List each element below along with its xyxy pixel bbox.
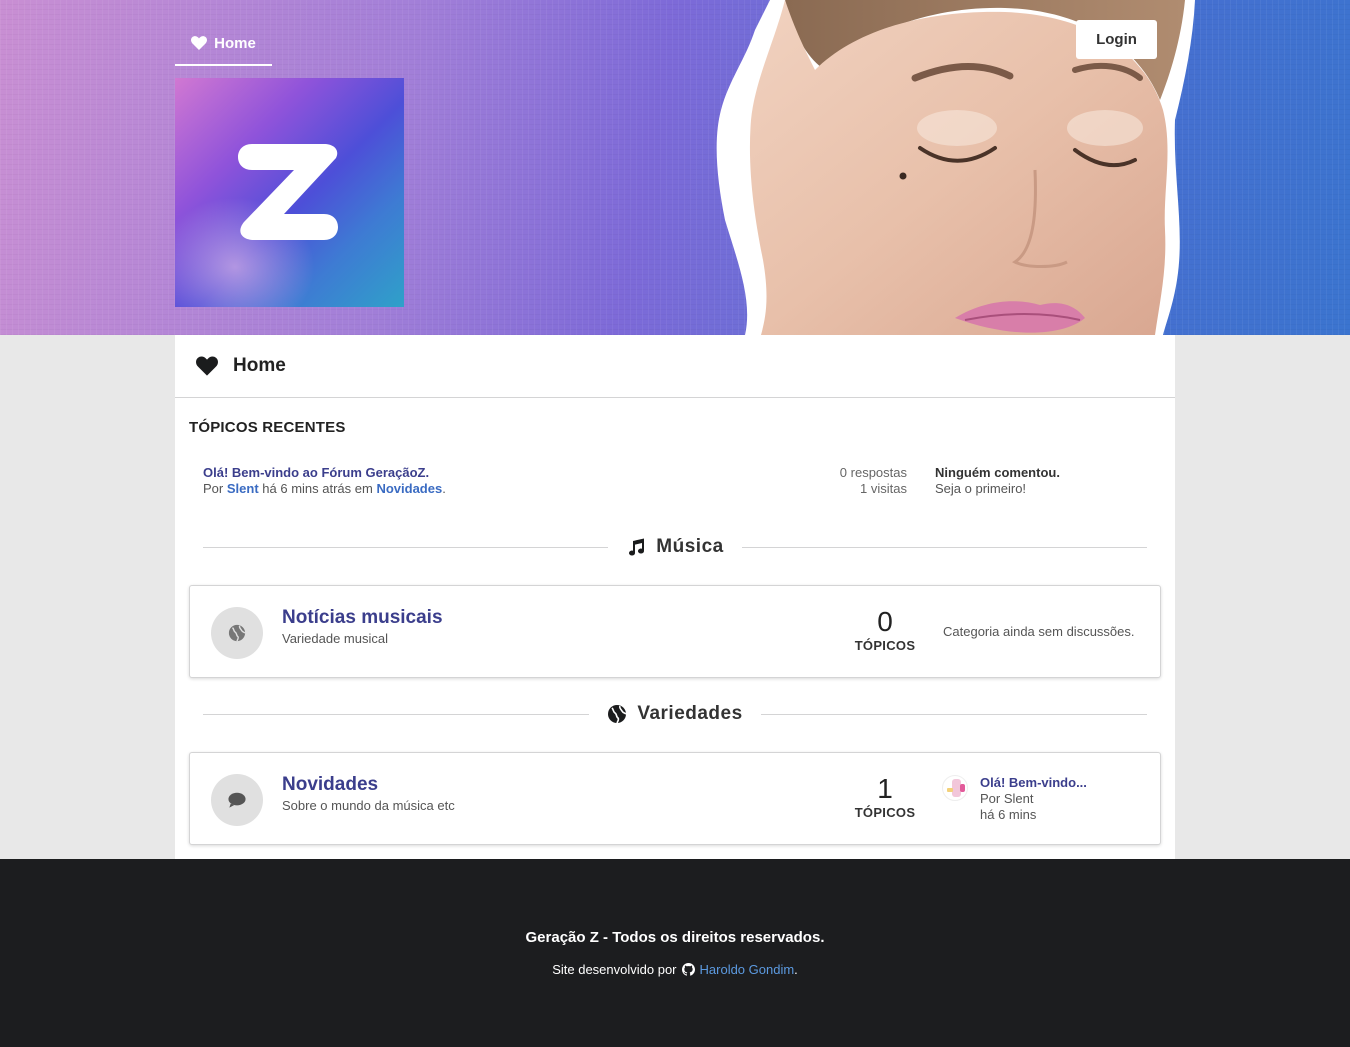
globe-icon bbox=[608, 705, 627, 724]
recent-topic-meta: Por Slent há 6 mins atrás em Novidades. bbox=[203, 481, 446, 496]
topic-count-label: TÓPICOS bbox=[854, 805, 916, 820]
site-logo[interactable] bbox=[175, 78, 404, 307]
forum-description: Variedade musical bbox=[282, 631, 388, 646]
recent-topic-row: Olá! Bem-vindo ao Fórum GeraçãoZ. Por Sl… bbox=[203, 465, 1147, 501]
recent-topics-title: TÓPICOS RECENTES bbox=[189, 419, 346, 436]
nav-home-link[interactable]: Home bbox=[175, 22, 272, 66]
topic-count: 1 bbox=[877, 773, 893, 804]
category-divider-variedades: Variedades bbox=[203, 700, 1147, 728]
last-post-time: há 6 mins bbox=[980, 807, 1037, 822]
developer-link[interactable]: Haroldo Gondim bbox=[700, 962, 795, 977]
header-banner: Home Login bbox=[0, 0, 1350, 335]
comment-icon bbox=[228, 792, 246, 808]
footer-credits: Site desenvolvido por Haroldo Gondim. bbox=[0, 962, 1350, 977]
forum-title-link[interactable]: Novidades bbox=[282, 774, 378, 796]
topic-count: 0 bbox=[877, 606, 893, 637]
footer-dev-suffix: . bbox=[794, 962, 798, 977]
login-button[interactable]: Login bbox=[1076, 20, 1157, 59]
forum-last-post: Olá! Bem-vindo... Por Slent há 6 mins bbox=[942, 775, 1087, 823]
nav-home-label: Home bbox=[214, 34, 256, 52]
category-link[interactable]: Novidades bbox=[376, 481, 442, 496]
category-heading-label: Variedades bbox=[637, 703, 743, 724]
replies-count: 0 respostas bbox=[839, 465, 907, 480]
category-heading: Variedades bbox=[589, 703, 760, 725]
time-text: há 6 mins atrás em bbox=[262, 481, 373, 496]
avatar bbox=[942, 775, 968, 801]
last-post-text: Olá! Bem-vindo... Por Slent há 6 mins bbox=[980, 775, 1087, 823]
category-heading: Música bbox=[608, 536, 741, 558]
visits-count: 1 visitas bbox=[860, 481, 907, 496]
by-prefix: Por bbox=[203, 481, 224, 496]
forum-description: Sobre o mundo da música etc bbox=[282, 798, 455, 813]
avatar-image bbox=[947, 779, 965, 797]
last-reply-title: Ninguém comentou. bbox=[935, 465, 1060, 480]
forum-title-link[interactable]: Notícias musicais bbox=[282, 607, 443, 629]
recent-topic-link[interactable]: Olá! Bem-vindo ao Fórum GeraçãoZ. bbox=[203, 465, 429, 480]
last-post-link[interactable]: Olá! Bem-vindo... bbox=[980, 775, 1087, 790]
music-note-icon bbox=[629, 538, 645, 556]
footer-copyright: Geração Z - Todos os direitos reservados… bbox=[525, 929, 825, 946]
recent-topic-info: Olá! Bem-vindo ao Fórum GeraçãoZ. Por Sl… bbox=[203, 465, 446, 497]
recent-topic-stats: 0 respostas 1 visitas bbox=[840, 465, 907, 497]
last-reply-sub: Seja o primeiro! bbox=[935, 481, 1027, 496]
forum-icon-circle bbox=[211, 607, 263, 659]
author-link[interactable]: Slent bbox=[227, 481, 259, 496]
heart-icon bbox=[196, 356, 218, 376]
page-title: Home bbox=[233, 355, 286, 376]
page-header: Home bbox=[175, 335, 1175, 398]
forum-card-novidades: Novidades Sobre o mundo da música etc 1 … bbox=[189, 752, 1161, 845]
divider-line bbox=[741, 546, 1148, 548]
site-footer: Geração Z - Todos os direitos reservados… bbox=[0, 859, 1350, 1047]
trailing-dot: . bbox=[442, 481, 446, 496]
recent-topic-last-reply: Ninguém comentou. Seja o primeiro! bbox=[935, 465, 1060, 497]
last-post-author: Por Slent bbox=[980, 791, 1034, 806]
heart-icon bbox=[191, 36, 208, 50]
topic-count-label: TÓPICOS bbox=[854, 638, 916, 653]
divider-line bbox=[760, 713, 1147, 715]
divider-line bbox=[203, 546, 609, 548]
logo-z-icon bbox=[238, 144, 338, 240]
forum-card-noticias: Notícias musicais Variedade musical 0 TÓ… bbox=[189, 585, 1161, 678]
github-icon bbox=[681, 963, 695, 976]
footer-dev-prefix: Site desenvolvido por bbox=[552, 962, 677, 977]
forum-empty-text: Categoria ainda sem discussões. bbox=[943, 624, 1135, 639]
forum-icon-circle bbox=[211, 774, 263, 826]
main-content: Home TÓPICOS RECENTES Olá! Bem-vindo ao … bbox=[175, 335, 1175, 859]
category-divider-musica: Música bbox=[203, 533, 1148, 561]
divider-line bbox=[203, 713, 590, 715]
category-heading-label: Música bbox=[656, 536, 724, 557]
globe-icon bbox=[228, 624, 246, 642]
